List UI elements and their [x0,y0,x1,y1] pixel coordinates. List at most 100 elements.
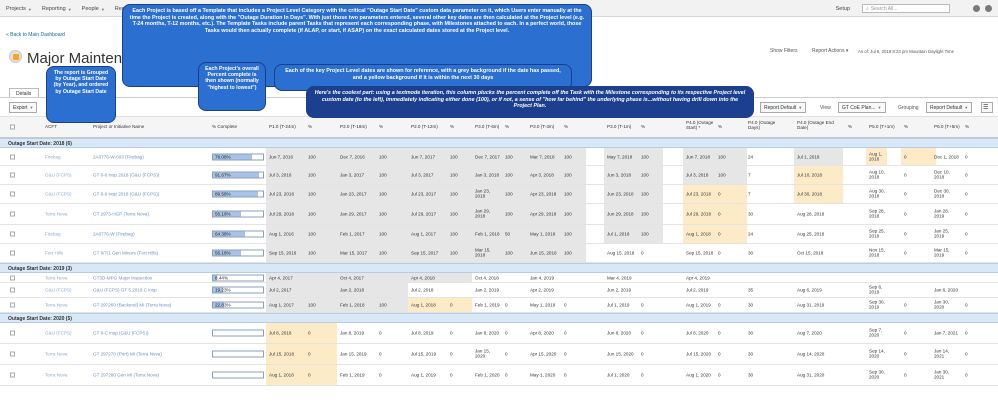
project-name-link[interactable]: GT 297260 (Backend) MI (Terra Nova) [93,302,171,307]
column-header[interactable]: P2.0 (T-18m) [340,124,376,129]
project-name-link[interactable]: GT 2973-HGP (Terra Nova) [93,211,149,216]
nav-item-projects[interactable]: Projects ▼ [6,6,32,12]
column-header[interactable]: P4.0 (Outage End Date) [797,120,837,131]
project-name-link[interactable]: GT 6-C insp (G&U (FCPS)) [93,330,149,335]
percent-complete-label: 89.58% [215,191,231,197]
percent-complete-label: 78.08% [215,154,231,159]
column-header[interactable]: % [308,124,328,129]
percent-complete-bar: 22.83% [212,301,264,309]
project-name-link[interactable]: GT 6-8 insp 2018 (G&U (FCPS)) [93,172,159,177]
date-cell: May 7, 2018 [607,153,633,159]
date-cell: 0 [718,302,721,308]
table-row[interactable]: G&U (FCPS) G&U (FCPS) GT 5 2019 C insp 19.… [0,283,998,298]
date-cell: Apr 15, 2020 [530,351,557,357]
date-cell: Sep 15, 2017 [411,250,439,256]
column-header[interactable]: P6.0 (T+5m) [934,124,962,129]
date-cell: Aug 1, 2018 [869,151,883,162]
row-checkbox[interactable] [10,211,15,217]
date-cell: Oct 15, 2018 [797,250,824,256]
table-row[interactable]: Terra Nova GT 297280 Gen MI (Terra Nova) A… [0,365,998,386]
row-checkbox[interactable] [10,330,15,336]
select-all-checkbox[interactable] [10,124,15,130]
table-row[interactable]: Terra Nova GT3D-MPG Major Inspection 8.44%… [0,273,998,283]
row-checkbox[interactable] [10,191,15,197]
acft-cell: Terra Nova [45,211,68,217]
project-name-link[interactable]: G&U (FCPS) GT 5 2019 C insp [93,287,157,292]
grouping-select[interactable]: Report Default ▼ [926,102,973,113]
table-row[interactable]: Terra Nova GT 2973-HGP (Terra Nova) 56.16%… [0,204,998,225]
project-name-link[interactable]: 2A0776-W-003 (Firebag) [93,154,144,159]
table-row[interactable]: Firebag 2A0776-W-003 (Firebag) 78.08% Jun 7… [0,148,998,166]
table-row[interactable]: Firebag 2A0776-W (Firebag) 64.38% Aug 1, 20… [0,225,998,244]
date-cell: 0 [965,211,968,217]
date-cell: 0 [965,191,968,197]
column-header[interactable]: % [379,124,399,129]
date-cell: Jul 23, 2017 [411,191,437,197]
column-header[interactable]: P4.0 (Outage Days) [748,120,788,131]
search-input[interactable]: ⌕ Search All... [862,4,950,13]
project-name-link[interactable]: GT 297270 (Port) MI (Terra Nova) [93,351,162,356]
report-default-select[interactable]: Report Default ▼ [760,102,807,113]
column-header[interactable]: P3.0 (T-1m) [607,124,639,129]
project-name-link[interactable]: GT 6-9 insp 2018 (G&U (FCPS)) [93,191,159,196]
table-row[interactable]: G&U (FCPS) GT 6-C insp (G&U (FCPS)) Jul 8,… [0,323,998,344]
show-filters-link[interactable]: Show Filters [770,48,798,54]
row-checkbox[interactable] [10,231,15,237]
view-select[interactable]: GT CoE Plan... ▼ [838,102,886,113]
column-header[interactable]: P3.0 (T-6m) [475,124,503,129]
column-header[interactable]: % [965,124,985,129]
row-checkbox[interactable] [10,154,15,159]
table-row[interactable]: Terra Nova GT 297270 (Port) MI (Terra Nov… [0,344,998,365]
column-header[interactable]: ACFT [45,124,85,129]
column-header[interactable]: % [505,124,525,129]
date-cell: 100 [379,172,387,178]
date-cell: 0 [505,351,508,357]
row-checkbox[interactable] [10,287,15,293]
column-header[interactable]: % [718,124,738,129]
row-checkbox[interactable] [10,250,15,256]
date-cell: Jun 7, 2017 [411,153,436,159]
user-icon[interactable] [985,5,992,12]
report-actions-menu[interactable]: Report Actions ▾ [812,48,848,54]
row-checkbox[interactable] [10,302,15,308]
project-name-link[interactable]: GT 6/7/1 Gen Minors (Fort Hills) [93,250,158,255]
date-cell: 100 [308,153,316,159]
date-cell: 0 [641,302,644,308]
column-header[interactable]: P2.0 (T-12m) [411,124,447,129]
export-button[interactable]: Export ▼ [9,102,38,113]
row-checkbox[interactable] [10,351,15,357]
project-name-link[interactable]: GT3D-MPG Major Inspection [93,275,152,280]
column-header[interactable]: % [904,124,924,129]
project-name-link[interactable]: GT 297280 Gen MI (Terra Nova) [93,372,159,377]
group-header[interactable]: Outage Start Date: 2018 (6) [0,138,998,148]
project-name-link[interactable]: 2A0776-W (Firebag) [93,231,135,236]
column-header[interactable]: P5.0 (T+1m) [869,124,901,129]
row-checkbox[interactable] [10,372,15,378]
date-cell: Jul 15, 2020 [686,351,712,357]
column-header[interactable]: P4.0 (Outage Start) * [686,120,722,131]
column-header[interactable]: Project or Initiative Name [93,124,193,129]
table-row[interactable]: G&U (FCPS) GT 6-9 insp 2018 (G&U (FCPS)) 8… [0,185,998,204]
column-header[interactable]: % Complete [212,124,262,129]
row-checkbox[interactable] [10,172,15,178]
table-row[interactable]: Fort Hills GT 6/7/1 Gen Minors (Fort Hill… [0,244,998,263]
group-header[interactable]: Outage Start Date: 2020 (5) [0,313,998,323]
back-link[interactable]: « Back to Main Dashboard [6,32,65,38]
column-header[interactable]: P1.0 (T-24m) [269,124,305,129]
column-header[interactable]: % [848,124,866,129]
column-header[interactable]: P3.0 (T-3m) [530,124,562,129]
table-row[interactable]: Terra Nova GT 297260 (Backend) MI (Terra … [0,298,998,313]
row-checkbox[interactable] [10,275,15,280]
nav-item-reporting[interactable]: Reporting ▼ [42,6,72,12]
column-header[interactable]: % [564,124,584,129]
nav-item-people[interactable]: People ▼ [82,6,105,12]
date-cell: 0 [718,250,721,256]
column-header[interactable]: % [450,124,470,129]
column-header[interactable]: % [641,124,661,129]
setup-link[interactable]: Setup [836,6,850,12]
group-header[interactable]: Outage Start Date: 2019 (3) [0,263,998,273]
column-settings-button[interactable]: ☰ [981,102,993,113]
date-cell: Apr 3, 2018 [530,172,554,178]
table-row[interactable]: G&U (FCPS) GT 6-8 insp 2018 (G&U (FCPS)) 9… [0,166,998,185]
help-icon[interactable] [973,5,980,12]
